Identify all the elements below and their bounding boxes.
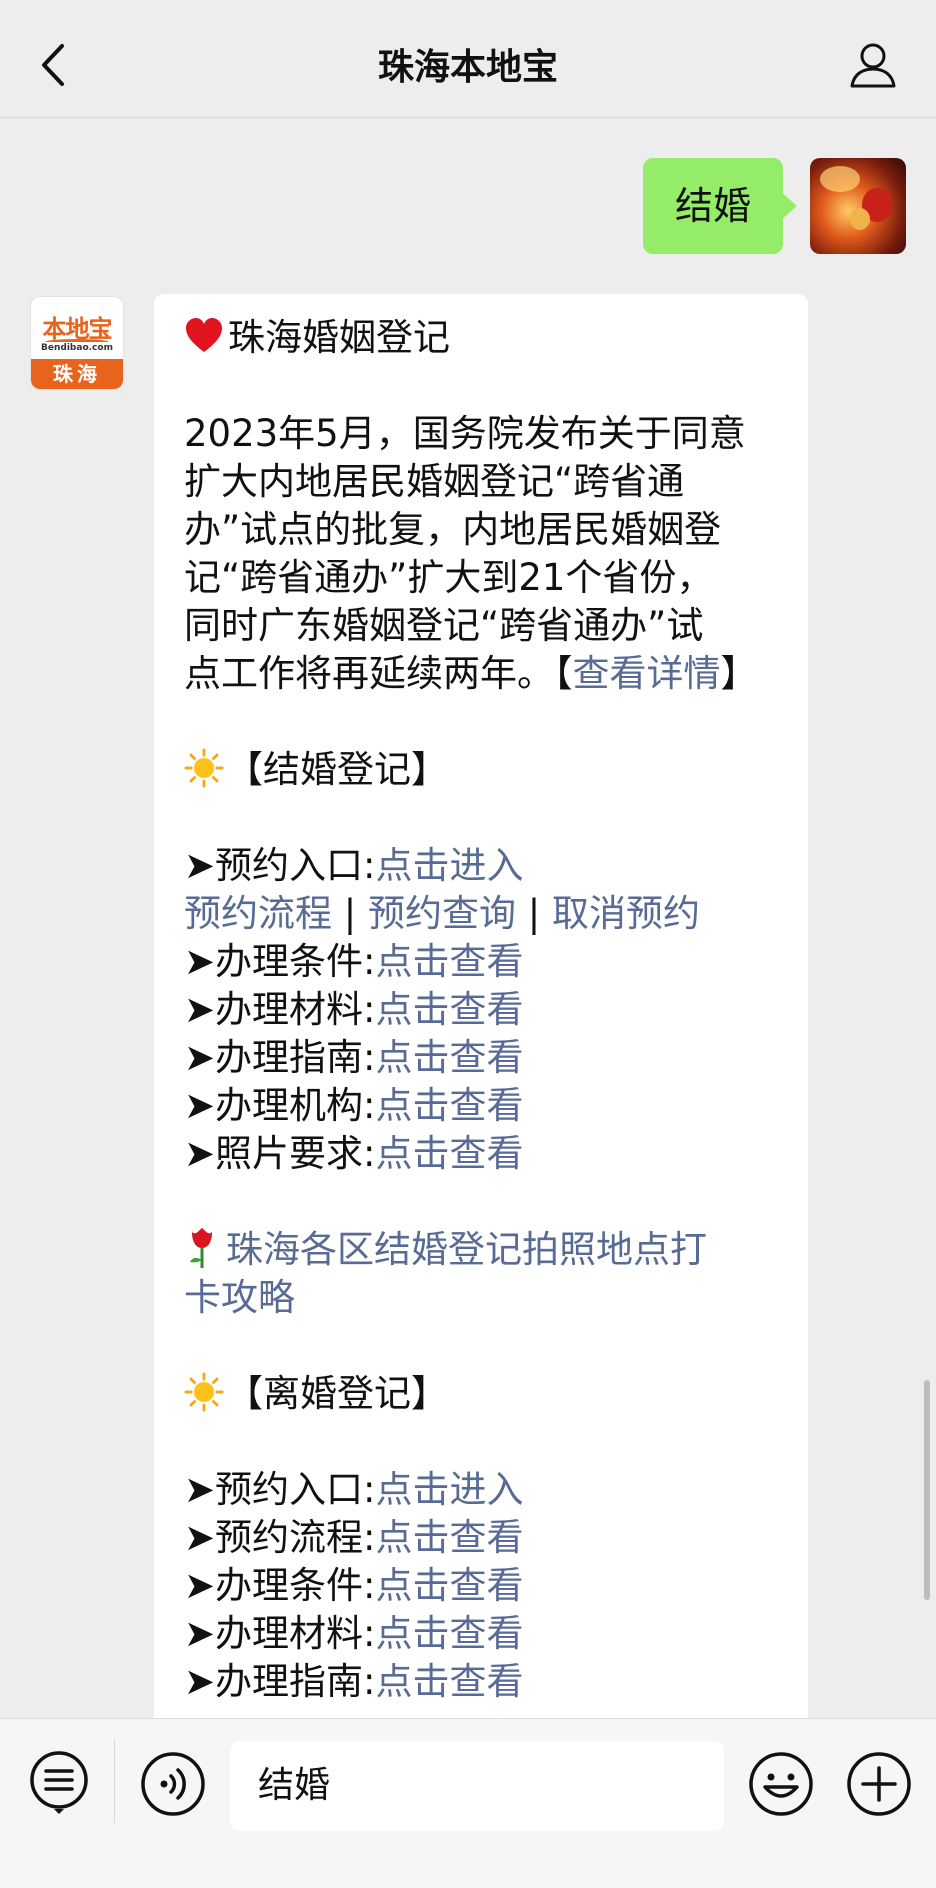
marriage-appointment-links: 预约流程 | 预约查询 | 取消预约 [184, 890, 778, 938]
divorce-item-row: ➤办理材料:点击查看 [184, 1612, 524, 1655]
marriage-entry-link[interactable]: 点击进入 [375, 844, 523, 887]
divorce-item-row: ➤办理指南:点击查看 [184, 1660, 524, 1703]
cancel-appointment-link[interactable]: 取消预约 [552, 892, 700, 935]
appointment-flow-link[interactable]: 预约流程 [184, 892, 332, 935]
message-input[interactable]: 结婚 [230, 1741, 724, 1831]
emoji-icon[interactable] [748, 1751, 814, 1817]
divorce-item-link[interactable]: 点击查看 [375, 1660, 523, 1703]
heart-icon [186, 318, 222, 352]
marriage-entry-row: ➤预约入口:点击进入 [184, 844, 524, 887]
marriage-item-link[interactable]: 点击查看 [375, 1132, 523, 1175]
scrollbar[interactable] [924, 1380, 930, 1600]
divorce-item-link[interactable]: 点击查看 [375, 1564, 523, 1607]
top-nav-bar: 珠海本地宝 [0, 0, 936, 118]
plus-icon[interactable] [846, 1751, 912, 1817]
divorce-item-row: ➤预约入口:点击进入 [184, 1468, 524, 1511]
divorce-item-link[interactable]: 点击查看 [375, 1612, 523, 1655]
my-avatar[interactable] [810, 158, 906, 254]
marriage-item-link[interactable]: 点击查看 [375, 940, 523, 983]
page-title: 珠海本地宝 [377, 47, 558, 88]
chat-screen: 珠海本地宝 结婚 本地宝 Bendibao.com 珠海 珠海婚姻登记 2023… [0, 0, 936, 1888]
divorce-section-title: 【离婚登记】 [184, 1370, 778, 1418]
marriage-item-link[interactable]: 点击查看 [375, 1036, 523, 1079]
divorce-item-link[interactable]: 点击进入 [375, 1468, 523, 1511]
marriage-item-link[interactable]: 点击查看 [375, 1084, 523, 1127]
photo-guide-link[interactable]: 珠海各区结婚登记拍照地点打 [184, 1226, 778, 1274]
sun-icon [184, 748, 224, 788]
intro-line: 同时广东婚姻登记“跨省通办”试 [184, 604, 704, 647]
divorce-item-row: ➤办理条件:点击查看 [184, 1564, 524, 1607]
intro-line: 2023年5月，国务院发布关于同意 [184, 412, 746, 455]
intro-line: 扩大内地居民婚姻登记“跨省通 [184, 460, 685, 503]
avatar-city: 珠海 [31, 359, 123, 389]
marriage-item-row: ➤办理条件:点击查看 [184, 940, 524, 983]
avatar-domain: Bendibao.com [41, 343, 113, 353]
intro-line: 点工作将再延续两年。【查看详情】 [184, 652, 758, 695]
marriage-item-link[interactable]: 点击查看 [375, 988, 523, 1031]
chat-input-bar: 结婚 [0, 1718, 936, 1888]
sun-icon [184, 1372, 224, 1412]
divorce-item-row: ➤预约流程:点击查看 [184, 1516, 524, 1559]
marriage-item-row: ➤办理材料:点击查看 [184, 988, 524, 1031]
menu-list-icon[interactable] [26, 1749, 92, 1815]
marriage-item-row: ➤照片要求:点击查看 [184, 1132, 524, 1175]
outgoing-message-bubble[interactable]: 结婚 [642, 158, 798, 254]
bot-avatar[interactable]: 本地宝 Bendibao.com 珠海 [30, 296, 124, 390]
divider [114, 1739, 115, 1823]
marriage-item-row: ➤办理机构:点击查看 [184, 1084, 524, 1127]
separator: | [527, 892, 541, 935]
incoming-message-bubble: 珠海婚姻登记 2023年5月，国务院发布关于同意 扩大内地居民婚姻登记“跨省通 … [154, 294, 808, 1734]
marriage-section-title: 【结婚登记】 [184, 746, 778, 794]
user-icon[interactable] [848, 40, 898, 90]
intro-line: 办”试点的批复，内地居民婚姻登 [184, 508, 722, 551]
message-heading: 珠海婚姻登记 [184, 314, 778, 362]
separator: | [343, 892, 357, 935]
intro-line: 记“跨省通办”扩大到21个省份， [184, 556, 714, 599]
photo-guide-link-cont[interactable]: 卡攻略 [184, 1274, 778, 1322]
marriage-item-row: ➤办理指南:点击查看 [184, 1036, 524, 1079]
appointment-query-link[interactable]: 预约查询 [368, 892, 516, 935]
rose-icon [190, 1228, 212, 1268]
voice-icon[interactable] [140, 1751, 206, 1817]
view-details-link[interactable]: 查看详情 [573, 652, 721, 695]
divorce-item-link[interactable]: 点击查看 [375, 1516, 523, 1559]
